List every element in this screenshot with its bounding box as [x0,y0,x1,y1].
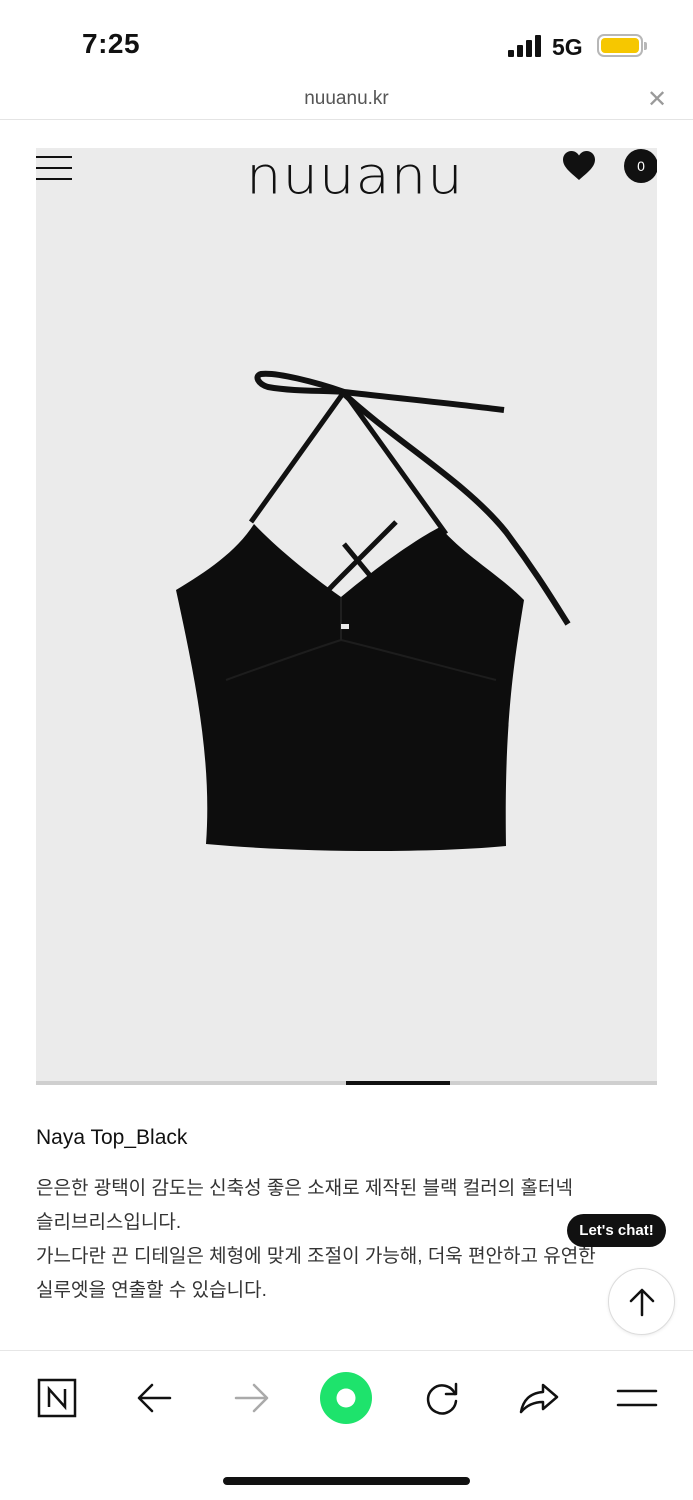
naver-home-icon[interactable] [32,1373,82,1423]
scroll-to-top-button[interactable] [608,1268,675,1335]
menu-icon[interactable] [612,1373,662,1423]
brand-logo[interactable]: nuuanu [246,148,463,206]
image-slider-track[interactable] [36,1081,657,1085]
battery-fill [601,38,639,53]
product-title: Naya Top_Black [36,1126,188,1149]
signal-icon [508,35,541,57]
network-label: 5G [552,34,583,60]
description-line: 가느다란 끈 디테일은 체형에 맞게 조절이 가능해, 더욱 편안하고 유연한 [36,1246,596,1267]
lets-chat-button[interactable]: Let's chat! [567,1214,666,1247]
battery-cap [644,42,647,50]
share-icon[interactable] [514,1373,564,1423]
refresh-icon[interactable] [417,1373,467,1423]
back-arrow-icon[interactable] [130,1373,180,1423]
url-text[interactable]: nuuanu.kr [0,88,693,110]
cart-count-badge[interactable]: 0 [624,149,657,183]
close-icon[interactable]: ✕ [647,85,667,114]
browser-toolbar [0,1350,693,1500]
black-halter-top-photo [176,370,571,851]
heart-icon[interactable] [562,150,596,182]
description-line: 실루엣을 연출할 수 있습니다. [36,1280,267,1301]
status-time: 7:25 [82,28,141,59]
green-dot-icon[interactable] [319,1371,373,1425]
arrow-up-icon [629,1288,655,1317]
image-slider-thumb[interactable] [346,1081,450,1085]
hamburger-menu-icon[interactable] [36,156,72,184]
battery-icon [597,34,643,57]
status-bar: 7:25 5G [0,0,693,84]
forward-arrow-icon[interactable] [226,1373,276,1423]
description-line: 은은한 광택이 감도는 신축성 좋은 소재로 제작된 블랙 컬러의 홀터넥 [36,1178,573,1199]
home-indicator [223,1477,470,1485]
url-bar[interactable]: nuuanu.kr ✕ [0,84,693,120]
product-gallery[interactable]: nuuanu 0 [36,148,657,1083]
